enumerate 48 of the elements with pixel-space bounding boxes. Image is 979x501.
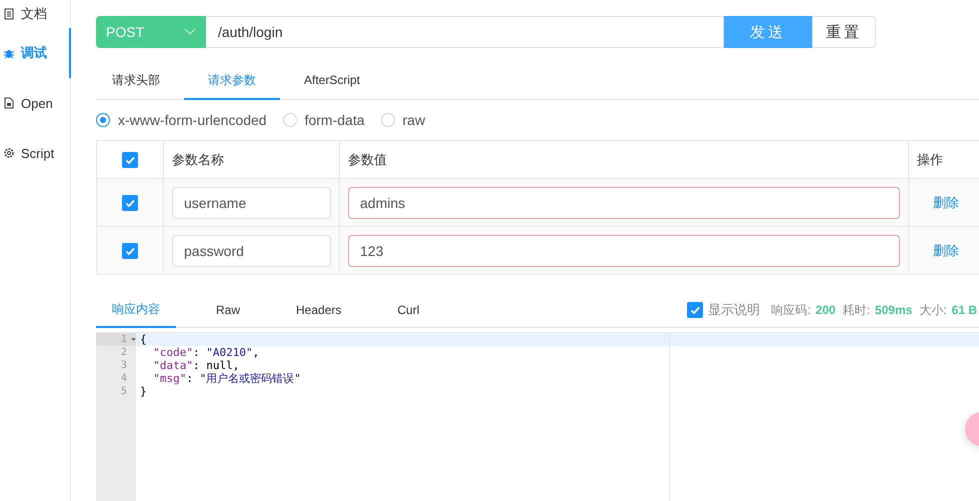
tab[interactable]: Raw bbox=[200, 294, 256, 328]
reset-button[interactable]: 重置 bbox=[812, 16, 876, 48]
sidebar-item[interactable]: Open bbox=[0, 78, 71, 128]
tab[interactable]: AfterScript bbox=[280, 62, 384, 100]
radio-label: form-data bbox=[304, 112, 365, 128]
checkbox[interactable] bbox=[687, 302, 704, 318]
sidebar-item[interactable]: Script bbox=[0, 128, 71, 178]
radio-button[interactable] bbox=[96, 113, 110, 127]
document-icon bbox=[3, 8, 15, 20]
url-field[interactable]: /auth/login bbox=[206, 16, 724, 48]
param-name-field[interactable]: username bbox=[172, 186, 331, 218]
stat-label: 大小: bbox=[919, 302, 947, 318]
checkbox[interactable] bbox=[122, 194, 138, 211]
tab[interactable]: Curl bbox=[381, 294, 436, 328]
stat-label: 响应码: bbox=[771, 302, 811, 318]
param-value-field[interactable]: 123 bbox=[348, 234, 900, 266]
checkbox-label: 显示说明 bbox=[708, 301, 760, 319]
line-number: 4 bbox=[120, 372, 128, 385]
code-editor[interactable]: 1 2 3 4 5 { "code": "A0210", "data": null, "msg": "用户名或密码错误" } bbox=[96, 332, 979, 501]
code-line: "code": "A0210", bbox=[152, 346, 260, 359]
file-icon bbox=[3, 97, 15, 109]
checkbox[interactable] bbox=[122, 242, 138, 259]
tab[interactable]: 请求头部 bbox=[96, 62, 184, 100]
gear-icon bbox=[3, 147, 15, 159]
stat-value: 509ms bbox=[874, 303, 912, 317]
stat-label: 耗时: bbox=[842, 302, 870, 318]
code-line: "data": null, bbox=[152, 359, 240, 372]
radio-label: raw bbox=[402, 112, 426, 128]
param-value-field[interactable]: admins bbox=[348, 186, 900, 218]
stat-value: 61 B bbox=[952, 303, 977, 317]
code-line: { bbox=[140, 333, 147, 346]
code-line: } bbox=[140, 385, 147, 398]
code-line: "msg": "用户名或密码错误" bbox=[152, 372, 301, 385]
column-header: 参数值 bbox=[348, 152, 387, 166]
checkbox[interactable] bbox=[122, 152, 138, 168]
bug-icon bbox=[3, 47, 15, 59]
column-header: 操作 bbox=[917, 152, 943, 166]
chevron-down-icon bbox=[184, 28, 196, 36]
stat-value: 200 bbox=[816, 303, 836, 317]
line-number: 1 bbox=[120, 333, 128, 346]
line-number: 2 bbox=[120, 346, 128, 359]
radio-label: x-www-form-urlencoded bbox=[118, 112, 267, 128]
param-name-field[interactable]: password bbox=[172, 234, 331, 266]
line-number: 5 bbox=[120, 385, 128, 398]
sidebar-item[interactable]: 文档 bbox=[0, 0, 71, 28]
tab[interactable]: Headers bbox=[280, 294, 358, 328]
line-number: 3 bbox=[120, 359, 128, 372]
column-header: 参数名称 bbox=[172, 152, 224, 166]
